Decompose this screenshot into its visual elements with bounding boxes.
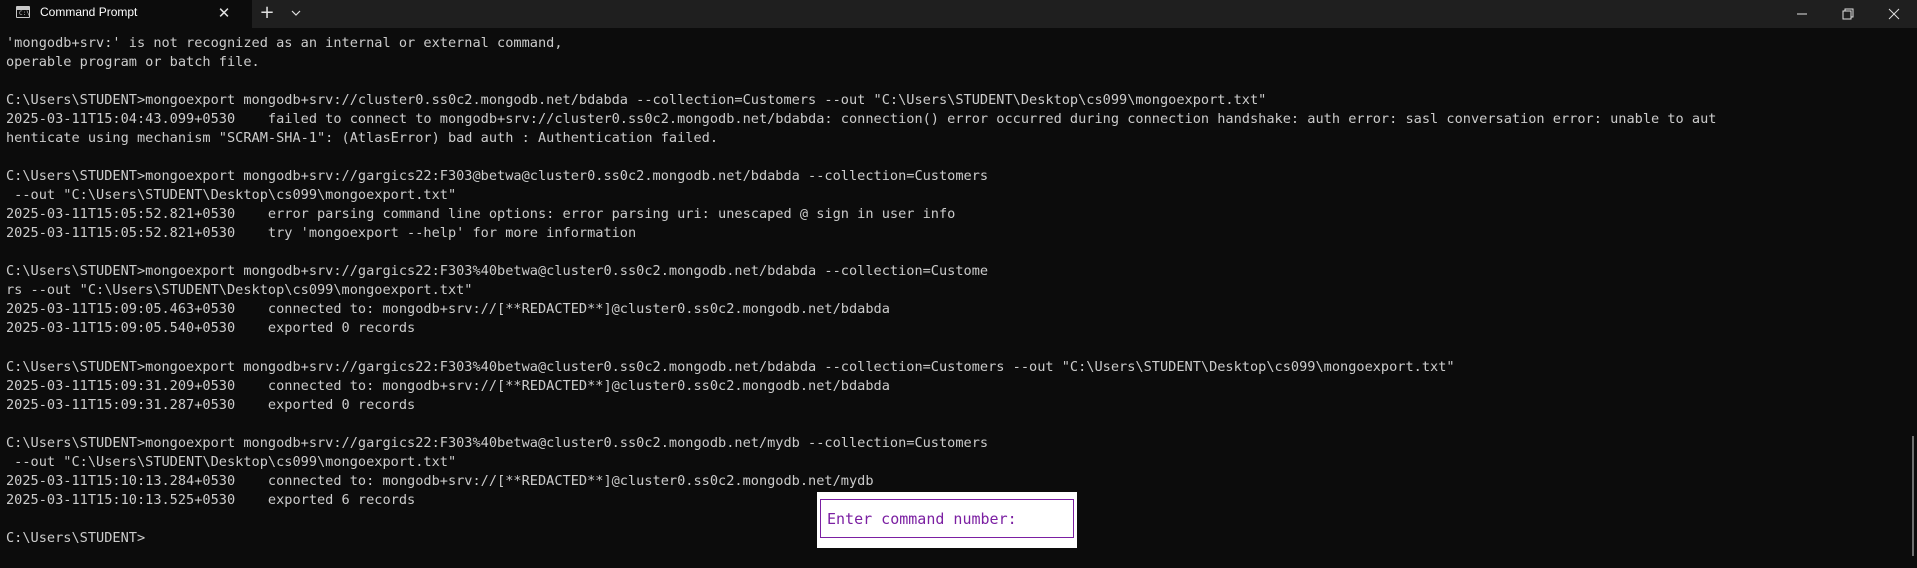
close-tab-icon[interactable]: ✕ — [214, 3, 234, 23]
new-tab-plus-icon[interactable]: + — [256, 2, 278, 24]
terminal-line: operable program or batch file. — [6, 54, 260, 71]
terminal-line: C:\Users\STUDENT>mongoexport mongodb+srv… — [6, 358, 1455, 375]
terminal-line: 2025-03-11T15:09:31.287+0530 exported 0 … — [6, 396, 416, 413]
terminal-line: C:\Users\STUDENT>mongoexport mongodb+srv… — [6, 263, 989, 280]
terminal-line: C:\Users\STUDENT>mongoexport mongodb+srv… — [6, 92, 1267, 109]
terminal-line: 2025-03-11T15:09:05.463+0530 connected t… — [6, 301, 890, 318]
terminal-line: C:\Users\STUDENT>mongoexport mongodb+srv… — [6, 434, 989, 451]
command-number-dialog: Enter command number: — [817, 492, 1077, 548]
terminal-line: henticate using mechanism "SCRAM-SHA-1":… — [6, 130, 719, 147]
terminal-line: 2025-03-11T15:04:43.099+0530 failed to c… — [6, 111, 1717, 128]
command-number-input[interactable]: Enter command number: — [820, 499, 1074, 538]
terminal-line: 2025-03-11T15:10:13.284+0530 connected t… — [6, 472, 874, 489]
terminal-line: 2025-03-11T15:09:05.540+0530 exported 0 … — [6, 320, 416, 337]
command-number-label: Enter command number: — [827, 509, 1017, 528]
terminal-line: --out "C:\Users\STUDENT\Desktop\cs099\mo… — [6, 453, 457, 470]
title-bar: C:\ Command Prompt ✕ + — [0, 0, 1917, 28]
cmd-icon: C:\ — [16, 6, 30, 18]
minimize-icon[interactable] — [1779, 0, 1825, 28]
terminal-output[interactable]: 'mongodb+srv:' is not recognized as an i… — [6, 34, 1896, 564]
terminal-line: 2025-03-11T15:05:52.821+0530 try 'mongoe… — [6, 225, 637, 242]
restore-icon[interactable] — [1825, 0, 1871, 28]
terminal-line: rs --out "C:\Users\STUDENT\Desktop\cs099… — [6, 282, 473, 299]
terminal-line: 2025-03-11T15:09:31.209+0530 connected t… — [6, 377, 890, 394]
close-window-icon[interactable] — [1871, 0, 1917, 28]
terminal-line: 'mongodb+srv:' is not recognized as an i… — [6, 35, 563, 51]
tab-command-prompt[interactable]: C:\ Command Prompt ✕ — [0, 0, 252, 28]
terminal-line: 2025-03-11T15:05:52.821+0530 error parsi… — [6, 206, 956, 223]
terminal-window: C:\ Command Prompt ✕ + 'mongodb+srv:' is… — [0, 0, 1917, 568]
tab-title: Command Prompt — [40, 5, 138, 19]
terminal-line: --out "C:\Users\STUDENT\Desktop\cs099\mo… — [6, 187, 457, 204]
scrollbar[interactable] — [1912, 436, 1914, 556]
chevron-down-icon[interactable] — [286, 3, 306, 23]
terminal-line: C:\Users\STUDENT>mongoexport mongodb+srv… — [6, 168, 989, 185]
